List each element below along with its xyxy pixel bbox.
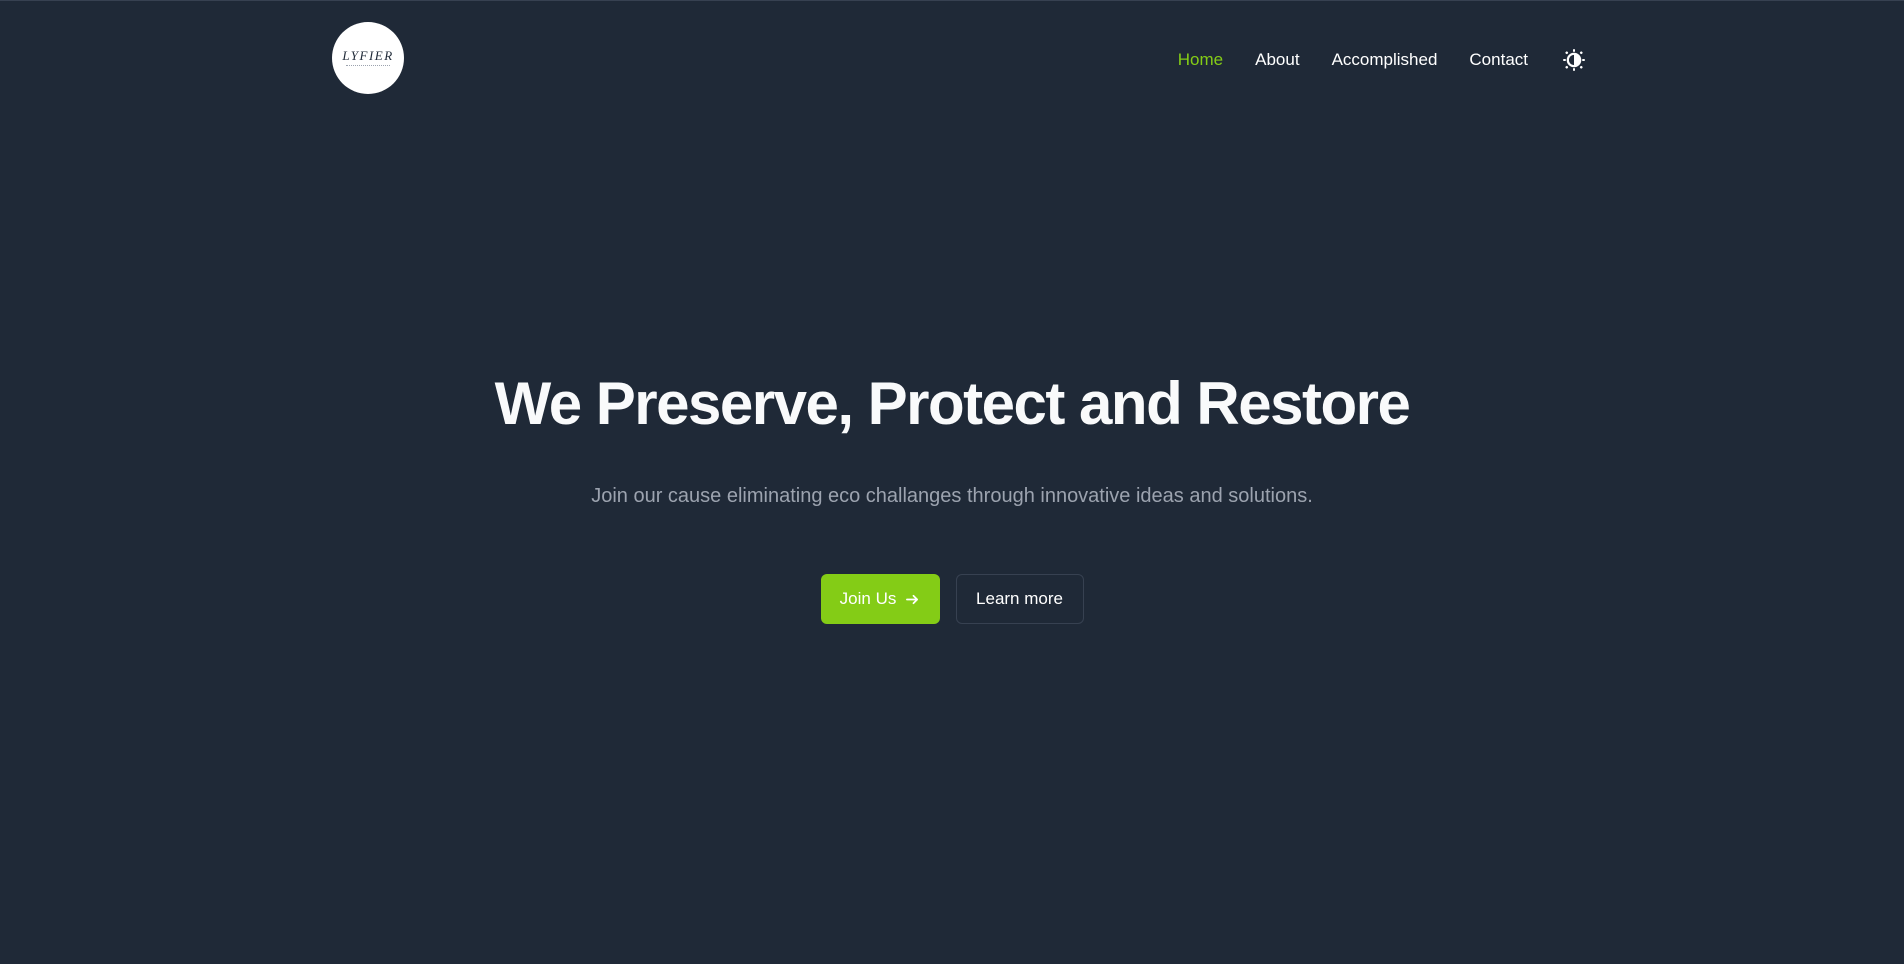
arrow-right-icon: [905, 592, 920, 607]
nav-links: Home About Accomplished Contact: [1146, 1, 1586, 119]
hero-subtitle: Join our cause eliminating eco challange…: [591, 485, 1313, 507]
theme-toggle-button[interactable]: [1562, 48, 1586, 72]
join-us-label: Join Us: [839, 589, 897, 608]
contrast-icon: [1563, 49, 1585, 71]
learn-more-button[interactable]: Learn more: [955, 574, 1084, 624]
nav-item-about[interactable]: About: [1255, 50, 1299, 70]
learn-more-label: Learn more: [976, 589, 1063, 608]
logo-tagline-line: [346, 64, 390, 68]
nav-item-contact[interactable]: Contact: [1469, 50, 1528, 70]
nav-item-home[interactable]: Home: [1178, 50, 1223, 70]
logo-text: LYFIER: [342, 47, 394, 63]
nav-item-accomplished[interactable]: Accomplished: [1332, 50, 1438, 70]
hero-title: We Preserve, Protect and Restore: [494, 370, 1411, 437]
join-us-button[interactable]: Join Us: [820, 574, 940, 624]
navbar: LYFIER Home About Accomplished Contact: [332, 1, 1586, 119]
hero-actions: Join Us Learn more: [0, 574, 1904, 624]
logo[interactable]: LYFIER: [332, 22, 404, 94]
